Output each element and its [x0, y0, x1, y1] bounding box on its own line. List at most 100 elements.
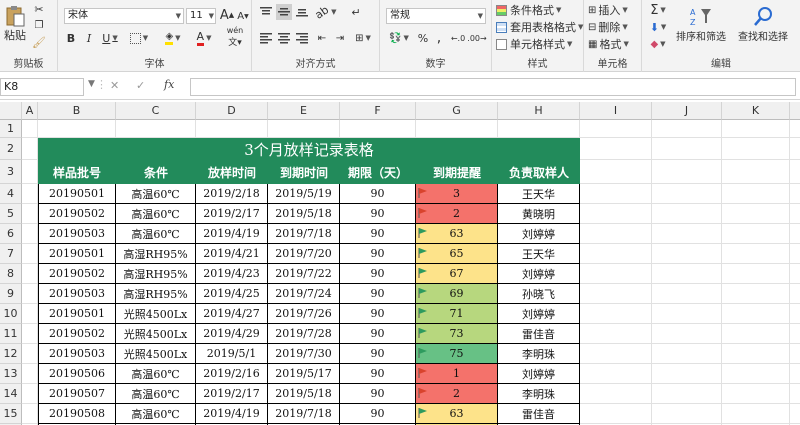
table-cell-due[interactable]: 2019/7/26	[268, 304, 340, 324]
select-all-corner[interactable]	[0, 102, 22, 120]
fill-color-button[interactable]: ◈ ▼	[160, 30, 186, 46]
table-cell-due[interactable]: 2019/7/22	[268, 264, 340, 284]
format-button[interactable]: ▦ 格式 ▼	[588, 36, 629, 52]
table-cell-days[interactable]: 90	[340, 184, 416, 204]
table-cell-due[interactable]: 2019/7/28	[268, 324, 340, 344]
insert-function-button[interactable]: fx	[164, 78, 174, 91]
table-cell-condition[interactable]: 高温60℃	[116, 204, 196, 224]
italic-button[interactable]: I	[82, 30, 96, 46]
align-bottom-button[interactable]	[294, 4, 310, 20]
table-cell-due[interactable]: 2019/5/19	[268, 184, 340, 204]
table-cell-batch[interactable]: 20190501	[38, 304, 116, 324]
font-color-button[interactable]: A ▼	[192, 30, 216, 46]
table-cell-due[interactable]: 2019/5/17	[268, 364, 340, 384]
align-right-button[interactable]	[294, 30, 310, 46]
remind-cell[interactable]: 2	[416, 384, 498, 404]
table-cell-days[interactable]: 90	[340, 264, 416, 284]
orientation-button[interactable]: ab ▼	[313, 3, 338, 22]
table-cell-days[interactable]: 90	[340, 244, 416, 264]
table-cell-start[interactable]: 2019/4/23	[196, 264, 268, 284]
column-header-a[interactable]: A	[22, 102, 38, 120]
table-cell-days[interactable]: 90	[340, 404, 416, 424]
wrap-text-button[interactable]: ↵	[348, 4, 364, 20]
row-header-14[interactable]: 14	[0, 384, 22, 404]
remind-cell[interactable]: 75	[416, 344, 498, 364]
remind-cell[interactable]: 71	[416, 304, 498, 324]
table-cell-condition[interactable]: 高湿RH95%	[116, 264, 196, 284]
table-header-cell[interactable]: 到期时间	[268, 160, 340, 184]
row-header-8[interactable]: 8	[0, 264, 22, 284]
table-cell-batch[interactable]: 20190503	[38, 344, 116, 364]
column-header-l[interactable]: L	[790, 102, 800, 120]
bold-button[interactable]: B	[64, 30, 78, 46]
remind-cell[interactable]: 67	[416, 264, 498, 284]
row-header-7[interactable]: 7	[0, 244, 22, 264]
insert-button[interactable]: ⊞ 插入 ▼	[588, 2, 628, 18]
paste-button[interactable]: 粘贴	[2, 4, 28, 44]
table-cell-condition[interactable]: 高湿RH95%	[116, 284, 196, 304]
table-cell-due[interactable]: 2019/7/24	[268, 284, 340, 304]
cut-button[interactable]: ✂	[32, 2, 46, 16]
row-header-3[interactable]: 3	[0, 160, 22, 184]
column-header-g[interactable]: G	[416, 102, 498, 120]
column-header-c[interactable]: C	[116, 102, 196, 120]
table-cell-person[interactable]: 刘婷婷	[498, 364, 580, 384]
column-header-e[interactable]: E	[268, 102, 340, 120]
copy-button[interactable]: ❐	[32, 18, 46, 32]
format-painter-button[interactable]: 🖌	[32, 35, 46, 49]
table-cell-condition[interactable]: 高温60℃	[116, 184, 196, 204]
increase-decimal-button[interactable]: ←.0	[450, 30, 466, 46]
table-cell-person[interactable]: 孙晓飞	[498, 284, 580, 304]
table-cell-batch[interactable]: 20190502	[38, 264, 116, 284]
font-name-select[interactable]: 宋体 ▼	[64, 8, 184, 24]
table-cell-condition[interactable]: 高湿RH95%	[116, 244, 196, 264]
accounting-format-button[interactable]: 💱 ▼	[386, 30, 412, 46]
number-format-select[interactable]: 常规 ▼	[386, 8, 486, 24]
phonetic-button[interactable]: wén 文▾	[222, 26, 248, 48]
row-header-13[interactable]: 13	[0, 364, 22, 384]
table-title[interactable]: 3个月放样记录表格	[38, 138, 580, 160]
row-header-6[interactable]: 6	[0, 224, 22, 244]
table-cell-batch[interactable]: 20190501	[38, 244, 116, 264]
table-cell-person[interactable]: 刘婷婷	[498, 224, 580, 244]
row-header-15[interactable]: 15	[0, 404, 22, 424]
conditional-format-button[interactable]: 条件格式 ▼	[496, 2, 561, 18]
autosum-button[interactable]: Σ ▼	[648, 2, 668, 18]
row-header-5[interactable]: 5	[0, 204, 22, 224]
row-header-1[interactable]: 1	[0, 120, 22, 138]
table-cell-days[interactable]: 90	[340, 384, 416, 404]
table-header-cell[interactable]: 到期提醒	[416, 160, 498, 184]
align-center-button[interactable]	[276, 30, 292, 46]
row-header-2[interactable]: 2	[0, 138, 22, 160]
column-header-f[interactable]: F	[340, 102, 416, 120]
table-cell-days[interactable]: 90	[340, 304, 416, 324]
table-cell-start[interactable]: 2019/4/19	[196, 224, 268, 244]
remind-cell[interactable]: 2	[416, 204, 498, 224]
table-cell-due[interactable]: 2019/7/20	[268, 244, 340, 264]
table-cell-condition[interactable]: 光照4500Lx	[116, 344, 196, 364]
increase-indent-button[interactable]: ⇥	[332, 30, 348, 46]
underline-button[interactable]: U ▼	[100, 30, 120, 46]
table-cell-batch[interactable]: 20190507	[38, 384, 116, 404]
remind-cell[interactable]: 3	[416, 184, 498, 204]
font-size-select[interactable]: 11 ▼	[186, 8, 216, 24]
enter-button[interactable]: ✓	[136, 79, 145, 92]
table-cell-start[interactable]: 2019/4/25	[196, 284, 268, 304]
table-cell-condition[interactable]: 高温60℃	[116, 404, 196, 424]
table-header-cell[interactable]: 负责取样人	[498, 160, 580, 184]
table-cell-start[interactable]: 2019/4/21	[196, 244, 268, 264]
table-cell-person[interactable]: 李明珠	[498, 344, 580, 364]
table-header-cell[interactable]: 期限（天）	[340, 160, 416, 184]
worksheet-grid[interactable]: ABCDEFGHIJKL 12345678910111213141516 3个月…	[0, 102, 800, 425]
table-cell-batch[interactable]: 20190508	[38, 404, 116, 424]
table-cell-due[interactable]: 2019/5/18	[268, 384, 340, 404]
column-header-d[interactable]: D	[196, 102, 268, 120]
row-header-11[interactable]: 11	[0, 324, 22, 344]
table-cell-days[interactable]: 90	[340, 224, 416, 244]
table-cell-condition[interactable]: 高温60℃	[116, 384, 196, 404]
table-cell-batch[interactable]: 20190501	[38, 184, 116, 204]
align-middle-button[interactable]	[276, 4, 292, 20]
grow-font-button[interactable]: A ▲	[220, 7, 234, 23]
column-header-i[interactable]: I	[580, 102, 652, 120]
table-header-cell[interactable]: 条件	[116, 160, 196, 184]
